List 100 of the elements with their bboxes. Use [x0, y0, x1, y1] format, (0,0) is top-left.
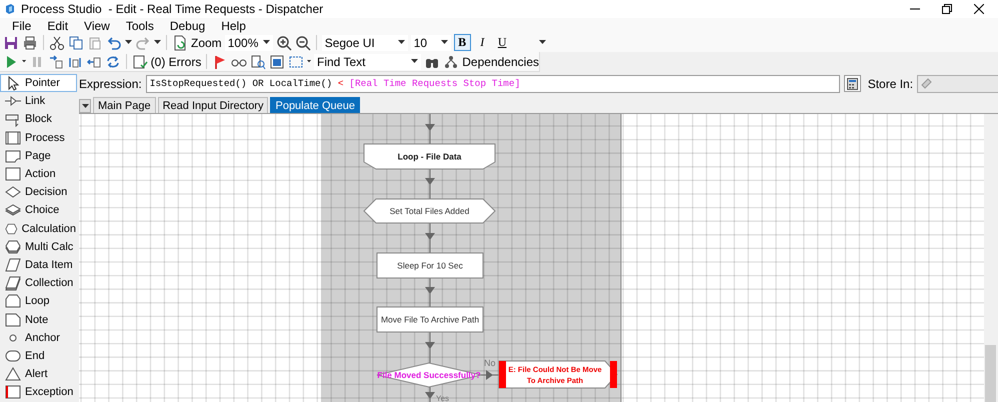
page-icon [5, 148, 21, 164]
triangle-icon [5, 366, 21, 382]
toolbox-item[interactable]: Note [0, 310, 77, 329]
toolbox-item[interactable]: Process [0, 128, 77, 147]
expression-field[interactable]: IsStopRequested() OR LocalTime() < [Real Time Requests Stop Time] [146, 74, 840, 92]
menu-item[interactable]: Tools [118, 18, 162, 32]
toolbox-item[interactable]: Action [0, 164, 77, 184]
connector-arrow [425, 332, 435, 364]
toolbox-item[interactable]: Multi Calc [0, 238, 77, 256]
process-icon [5, 130, 21, 146]
zoom-dropdown[interactable]: 100% [224, 34, 273, 50]
connector-arrow [425, 278, 435, 308]
caret-icon[interactable] [125, 40, 132, 45]
toolbox-item[interactable]: Anchor [0, 328, 77, 347]
menu-item[interactable]: File [4, 18, 40, 32]
toolbox-item[interactable]: Loop [0, 292, 77, 310]
italic-button[interactable]: I [474, 34, 491, 51]
restore-icon[interactable] [942, 4, 952, 14]
decision-node[interactable]: File Moved Successfully? [376, 362, 482, 388]
toolbox-item[interactable]: Alert [0, 365, 77, 384]
toolbox-item[interactable]: Link [0, 92, 77, 110]
app-logo-icon [4, 3, 16, 15]
store-in-field[interactable] [917, 74, 998, 92]
zoom-button[interactable]: Zoom [172, 34, 222, 50]
find-text-dropdown[interactable]: Find Text [314, 54, 422, 70]
refresh-icon[interactable] [105, 54, 122, 70]
toolbox-item[interactable]: Exception [0, 383, 77, 402]
selection-icon[interactable] [288, 54, 304, 70]
zoom-in-icon[interactable] [276, 34, 292, 50]
caret-icon[interactable] [306, 59, 311, 64]
toolbox-item[interactable]: Block [0, 110, 77, 129]
loop-icon [5, 293, 21, 310]
window-title: Process Studio - Edit - Real Time Requests - Dispatcher [21, 2, 324, 16]
caret-icon[interactable] [411, 59, 418, 64]
note-icon [5, 312, 21, 328]
toolbox-item[interactable]: Collection [0, 274, 77, 292]
yes-label: Yes [436, 394, 450, 402]
connector-arrow [480, 370, 500, 380]
toolbox-item[interactable]: Calculation [0, 220, 77, 238]
page-refresh-icon[interactable] [172, 34, 188, 50]
step-in-icon[interactable] [48, 54, 64, 70]
caret-icon[interactable] [440, 40, 448, 45]
connector-arrow [425, 386, 435, 402]
checklist-icon[interactable] [132, 54, 148, 70]
menu-item[interactable]: View [76, 18, 118, 32]
connector-arrow [425, 168, 435, 200]
caret-icon[interactable] [398, 40, 405, 45]
tab-menu-button[interactable] [79, 99, 91, 113]
action-node[interactable]: Sleep For 10 Sec [376, 252, 484, 278]
save-icon[interactable] [3, 34, 19, 50]
toolbox-item[interactable]: End [0, 346, 77, 365]
store-in-label: Store In: [868, 76, 914, 90]
caret-icon[interactable] [538, 40, 546, 45]
bold-button[interactable]: B [454, 34, 471, 51]
zoom-out-icon[interactable] [294, 34, 311, 50]
eraser-icon [921, 78, 932, 89]
action-node[interactable]: Move File To Archive Path [376, 306, 484, 332]
toolbox-item[interactable]: Page [0, 146, 77, 165]
cut-icon[interactable] [49, 34, 65, 50]
caret-icon[interactable] [262, 40, 270, 45]
font-dropdown[interactable]: Segoe UI [322, 34, 408, 50]
page-tab[interactable]: Populate Queue [270, 97, 360, 113]
menu-item[interactable]: Edit [39, 18, 76, 32]
no-label: No [484, 358, 496, 368]
document-search-icon[interactable] [250, 54, 266, 70]
close-icon[interactable] [974, 4, 984, 14]
connector-arrow [425, 222, 435, 254]
stacked-hexagon-icon [5, 238, 21, 255]
rounded-rectangle-icon [5, 348, 21, 364]
underline-button[interactable]: U [494, 34, 511, 51]
menu-item[interactable]: Help [213, 18, 254, 32]
calculator-icon [846, 78, 858, 90]
window-icon[interactable] [268, 54, 285, 70]
menu-item[interactable]: Debug [162, 18, 214, 32]
parallelogram-icon [5, 256, 21, 273]
toolbox-item[interactable]: Decision [0, 183, 77, 202]
font-size-dropdown[interactable]: 10 [410, 34, 451, 50]
toolbox-item[interactable]: Pointer [0, 74, 77, 92]
toolbox-item[interactable]: Choice [0, 201, 77, 220]
hierarchy-icon[interactable] [443, 54, 460, 70]
undo-icon[interactable] [106, 34, 122, 50]
expression-label: Expression: [79, 76, 142, 90]
calculation-node[interactable]: Set Total Files Added [363, 198, 496, 224]
caret-icon[interactable] [22, 59, 26, 64]
dependencies-button[interactable]: Dependencies [443, 54, 539, 70]
errors-button[interactable]: (0) Errors [132, 54, 202, 70]
exception-icon [5, 384, 21, 400]
toolbox-item[interactable]: Data Item [0, 256, 77, 274]
rectangle-icon [5, 166, 21, 182]
caret-icon[interactable] [154, 40, 161, 45]
caret-icon[interactable] [82, 104, 88, 108]
page-tab[interactable]: Read Input Directory [158, 97, 268, 113]
calculator-button[interactable] [844, 75, 861, 92]
loop-node[interactable]: Loop - File Data [364, 144, 496, 170]
page-tab[interactable]: Main Page [93, 97, 156, 113]
print-icon[interactable] [22, 34, 38, 50]
stacked-diamond-icon [5, 202, 21, 218]
diamond-icon [5, 184, 21, 200]
stacked-parallelogram-icon [5, 275, 21, 292]
copy-icon[interactable] [68, 34, 84, 50]
